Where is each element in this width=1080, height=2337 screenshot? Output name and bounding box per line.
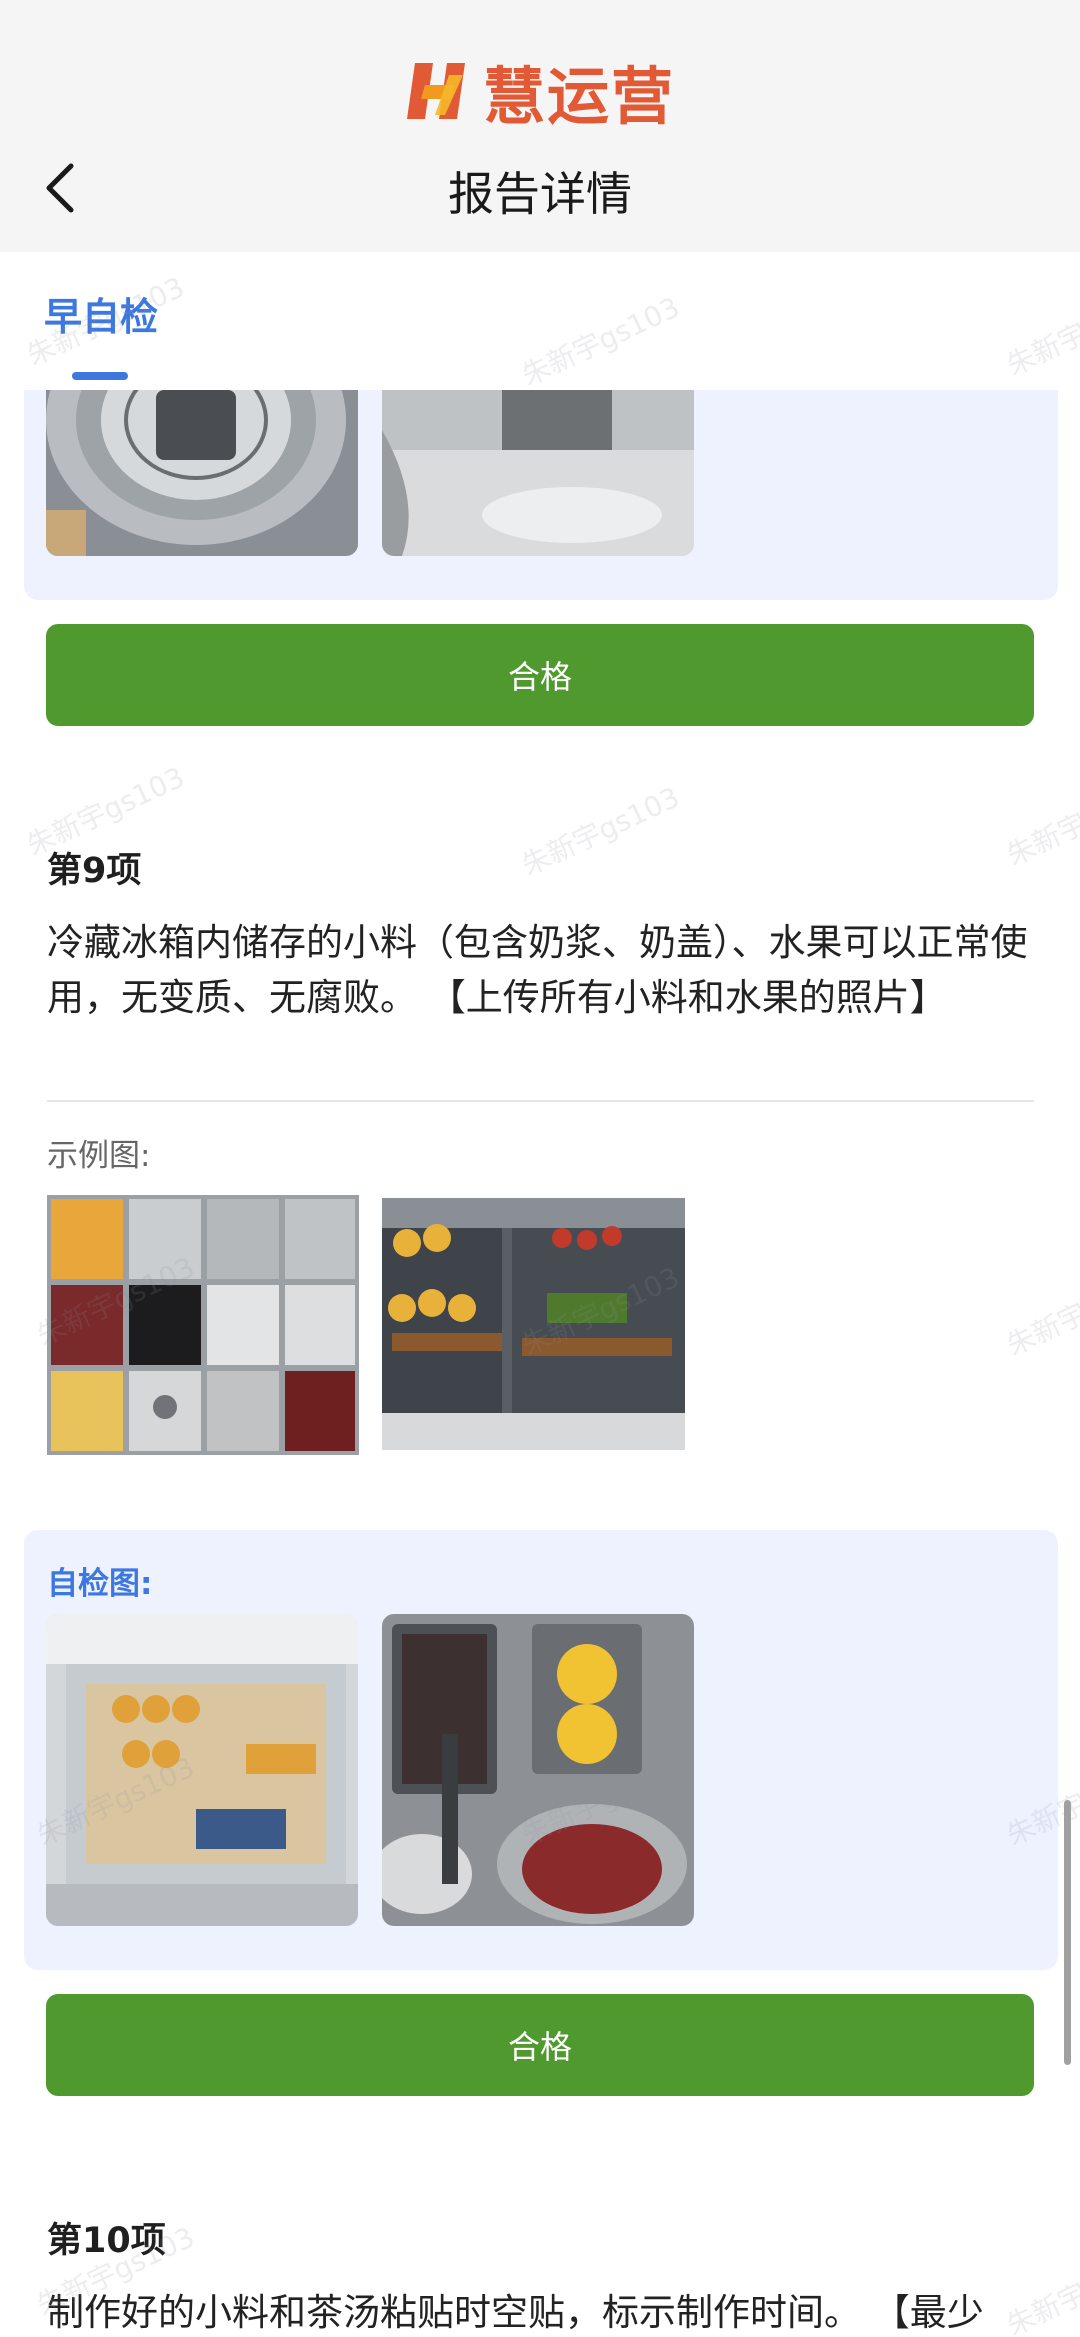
self-check-photo[interactable] (382, 390, 694, 556)
item-title: 第10项 (47, 2221, 166, 2261)
example-photo[interactable] (47, 1195, 359, 1455)
example-photo[interactable] (382, 1198, 685, 1450)
page-title: 报告详情 (448, 167, 632, 221)
brand-logo: 慧运营 (0, 46, 1080, 136)
self-check-photo[interactable] (46, 1614, 358, 1926)
scrollbar[interactable] (1064, 1800, 1071, 2065)
pass-button[interactable]: 合格 (46, 1994, 1034, 2096)
tab-active-indicator (72, 372, 128, 380)
watermark: 朱新宇gs103 (1001, 1260, 1080, 1363)
tab-morning-self-check[interactable]: 早自检 (44, 286, 158, 341)
item-description: 冷藏冰箱内储存的小料（包含奶浆、奶盖）、水果可以正常使用，无变质、无腐败。 【上… (47, 921, 1028, 1019)
self-check-panel: 自检图: (24, 1530, 1058, 1970)
self-check-photo[interactable] (382, 1614, 694, 1926)
app-header: 慧运营 报告详情 (0, 0, 1080, 252)
example-label: 示例图: (47, 1138, 151, 1174)
self-check-panel-prev (24, 390, 1058, 600)
self-check-label: 自检图: (47, 1566, 153, 1602)
item-title: 第9项 (47, 851, 142, 891)
tab-bar: 早自检 (0, 252, 1080, 390)
pass-button[interactable]: 合格 (46, 624, 1034, 726)
item-description: 制作好的小料和茶汤粘贴时空贴，标示制作时间。 【最少 (47, 2291, 984, 2334)
brand-name: 慧运营 (482, 60, 675, 133)
nav-row: 报告详情 (0, 150, 1080, 230)
brand-mark-icon (406, 63, 465, 119)
watermark: 朱新宇gs103 (1001, 770, 1080, 873)
watermark: 朱新宇gs103 (516, 780, 685, 883)
self-check-photo[interactable] (46, 390, 358, 556)
divider (47, 1100, 1034, 1102)
